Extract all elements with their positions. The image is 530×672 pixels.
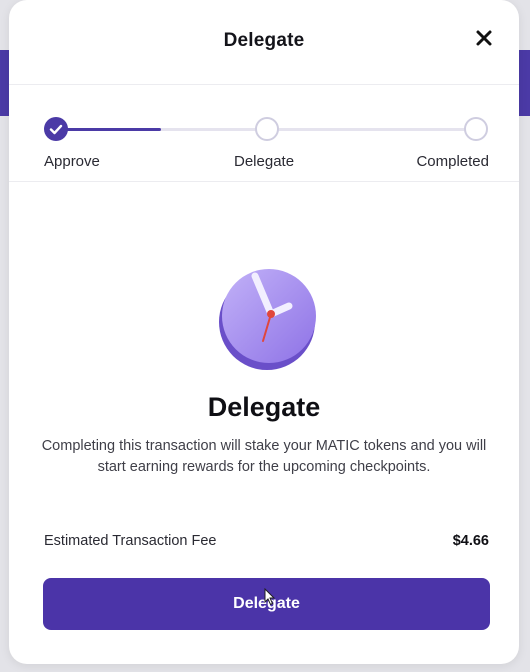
step-delegate-label: Delegate xyxy=(234,153,295,170)
check-icon xyxy=(49,124,63,135)
fee-row: Estimated Transaction Fee $4.66 xyxy=(44,533,489,549)
clock-illustration xyxy=(209,256,327,374)
modal-title: Delegate xyxy=(223,30,305,51)
step-approve-label: Approve xyxy=(44,153,100,170)
close-icon xyxy=(476,30,492,46)
delegate-button[interactable]: Delegate xyxy=(43,578,490,630)
step-progress-fill xyxy=(56,128,161,131)
fee-value: $4.66 xyxy=(452,533,489,549)
fee-label: Estimated Transaction Fee xyxy=(44,533,217,549)
step-completed-label: Completed xyxy=(416,153,489,170)
modal-header: Delegate xyxy=(9,0,519,85)
stepper: Approve Delegate Completed xyxy=(9,85,519,182)
delegate-modal: Delegate Approve Delegate Completed Dele… xyxy=(9,0,519,664)
step-completed-indicator xyxy=(464,117,488,141)
clock-icon xyxy=(219,269,316,370)
close-button[interactable] xyxy=(473,27,495,49)
content-title: Delegate xyxy=(207,392,321,422)
step-approve-indicator xyxy=(44,117,68,141)
content-description: Completing this transaction will stake y… xyxy=(41,438,487,475)
step-delegate-indicator xyxy=(255,117,279,141)
